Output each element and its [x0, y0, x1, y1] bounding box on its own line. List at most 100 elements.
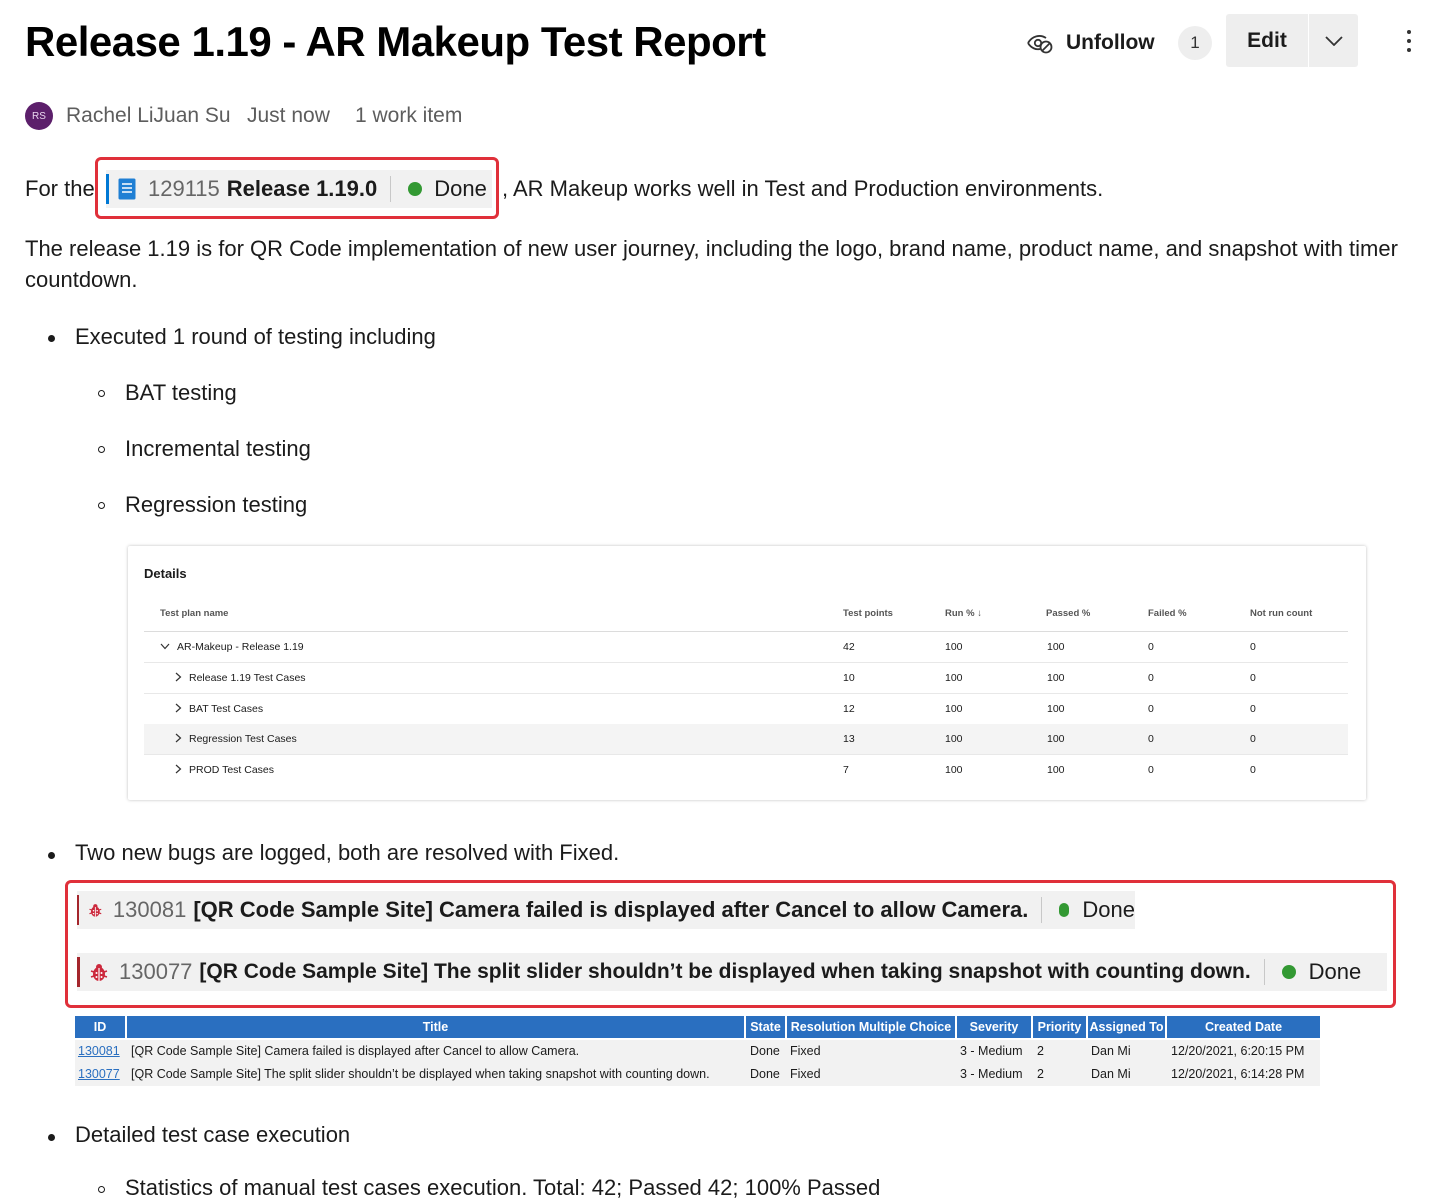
bug-row-priority: 2	[1037, 1044, 1044, 1058]
bug-row-assigned: Dan Mi	[1091, 1067, 1131, 1081]
bug-table-row: 130077 [QR Code Sample Site] The split s…	[75, 1063, 1320, 1086]
work-item-state: Done	[434, 176, 487, 201]
edit-options-button[interactable]	[1309, 14, 1358, 67]
bug-row-title: [QR Code Sample Site] The split slider s…	[131, 1067, 710, 1081]
chip-accent-bar	[106, 174, 109, 204]
work-item-count-link[interactable]: 1 work item	[355, 104, 462, 128]
sub-bullet-bat: BAT testing	[125, 380, 237, 405]
passed-pct: 100	[1047, 764, 1065, 776]
bullet-marker	[48, 1134, 55, 1141]
failed-pct: 0	[1148, 703, 1154, 715]
failed-pct: 0	[1148, 764, 1154, 776]
table-row[interactable]: PROD Test Cases 7 100 100 0 0	[144, 755, 1348, 785]
work-item-icon	[118, 178, 136, 200]
details-card: Details Test plan name Test points Run %…	[128, 546, 1366, 800]
chevron-down-icon	[1324, 35, 1343, 46]
sub-bullet-marker	[98, 502, 105, 509]
bug-id-link[interactable]: 130081	[78, 1044, 120, 1058]
work-item-id: 129115	[148, 176, 220, 201]
not-run-count: 0	[1250, 672, 1256, 684]
bug-icon	[90, 964, 108, 981]
col-header-run-pct[interactable]: Run % ↓	[945, 608, 982, 619]
chevron-right-icon[interactable]	[175, 733, 182, 743]
test-points: 12	[843, 703, 855, 715]
not-run-count: 0	[1250, 703, 1256, 715]
chevron-right-icon[interactable]	[175, 703, 182, 713]
bug-col-id: ID	[75, 1016, 125, 1038]
plan-name: AR-Makeup - Release 1.19	[177, 641, 304, 653]
col-header-test-points[interactable]: Test points	[843, 608, 893, 619]
bug-id: 130077	[119, 959, 193, 984]
more-vertical-icon	[1407, 30, 1411, 52]
bug-id-link[interactable]: 130077	[78, 1067, 120, 1081]
test-points: 7	[843, 764, 849, 776]
bug-row-created: 12/20/2021, 6:14:28 PM	[1171, 1067, 1305, 1081]
bug-title: [QR Code Sample Site] The split slider s…	[199, 960, 1251, 983]
failed-pct: 0	[1148, 641, 1154, 653]
sub-bullet-regression: Regression testing	[125, 492, 308, 517]
bug-state: Done	[1308, 959, 1362, 984]
state-dot	[408, 182, 423, 196]
bug-row-resolution: Fixed	[790, 1067, 821, 1081]
table-row[interactable]: AR-Makeup - Release 1.19 42 100 100 0 0	[144, 632, 1348, 663]
chip-divider	[1263, 959, 1265, 985]
col-header-not-run[interactable]: Not run count	[1250, 608, 1312, 619]
chip-divider	[390, 176, 392, 202]
run-pct: 100	[945, 733, 963, 745]
avatar[interactable]: RS	[25, 102, 53, 130]
unfollow-icon	[1027, 35, 1053, 54]
bullet-detailed-execution: Detailed test case execution	[75, 1122, 351, 1147]
passed-pct: 100	[1047, 641, 1065, 653]
bug-chip[interactable]: 130081 [QR Code Sample Site] Camera fail…	[77, 891, 1135, 929]
bug-chip[interactable]: 130077 [QR Code Sample Site] The split s…	[77, 953, 1387, 991]
chevron-right-icon[interactable]	[175, 672, 182, 682]
plan-name: Release 1.19 Test Cases	[189, 672, 306, 684]
bug-row-state: Done	[750, 1067, 780, 1081]
col-header-passed-pct[interactable]: Passed %	[1046, 608, 1090, 619]
col-header-failed-pct[interactable]: Failed %	[1148, 608, 1187, 619]
unfollow-button[interactable]: Unfollow	[1026, 24, 1155, 62]
bug-row-priority: 2	[1037, 1067, 1044, 1081]
more-actions-button[interactable]	[1396, 24, 1422, 58]
failed-pct: 0	[1148, 733, 1154, 745]
not-run-count: 0	[1250, 641, 1256, 653]
state-dot	[1059, 903, 1070, 917]
sub-bullet-statistics: Statistics of manual test cases executio…	[125, 1175, 881, 1200]
bug-table-row: 130081 [QR Code Sample Site] Camera fail…	[75, 1040, 1320, 1063]
test-points: 10	[843, 672, 855, 684]
bullet-marker	[48, 335, 55, 342]
page-title: Release 1.19 - AR Makeup Test Report	[25, 18, 766, 65]
table-row[interactable]: BAT Test Cases 12 100 100 0 0	[144, 694, 1348, 725]
test-points: 13	[843, 733, 855, 745]
failed-pct: 0	[1148, 672, 1154, 684]
col-header-plan-name[interactable]: Test plan name	[160, 608, 228, 619]
author-name[interactable]: Rachel LiJuan Su	[66, 104, 231, 128]
chevron-down-icon[interactable]	[160, 643, 170, 650]
state-dot	[1281, 965, 1296, 979]
run-pct: 100	[945, 672, 963, 684]
bug-row-title: [QR Code Sample Site] Camera failed is d…	[131, 1044, 580, 1058]
release-description: The release 1.19 is for QR Code implemen…	[25, 236, 1398, 292]
edit-button[interactable]: Edit	[1226, 14, 1308, 67]
test-points: 42	[843, 641, 855, 653]
bug-state: Done	[1082, 897, 1135, 922]
table-row[interactable]: Regression Test Cases 13 100 100 0 0	[144, 724, 1348, 755]
unfollow-label: Unfollow	[1066, 31, 1155, 54]
work-item-title: Release 1.19.0	[226, 176, 378, 201]
passed-pct: 100	[1047, 672, 1065, 684]
bug-icon	[89, 904, 102, 917]
follow-count-badge: 1	[1178, 26, 1212, 60]
bug-col-priority: Priority	[1033, 1016, 1086, 1038]
passed-pct: 100	[1047, 703, 1065, 715]
timestamp: Just now	[247, 104, 330, 127]
sub-bullet-marker	[98, 390, 105, 397]
table-row[interactable]: Release 1.19 Test Cases 10 100 100 0 0	[144, 663, 1348, 694]
sub-bullet-incremental: Incremental testing	[125, 436, 311, 461]
bug-col-state: State	[746, 1016, 785, 1038]
bug-col-assigned: Assigned To	[1088, 1016, 1165, 1038]
sub-bullet-marker	[98, 446, 105, 453]
work-item-chip[interactable]: 129115 Release 1.19.0 Done	[106, 170, 492, 208]
plan-name: BAT Test Cases	[189, 703, 264, 715]
chevron-right-icon[interactable]	[175, 764, 182, 774]
bug-col-title: Title	[127, 1016, 744, 1038]
